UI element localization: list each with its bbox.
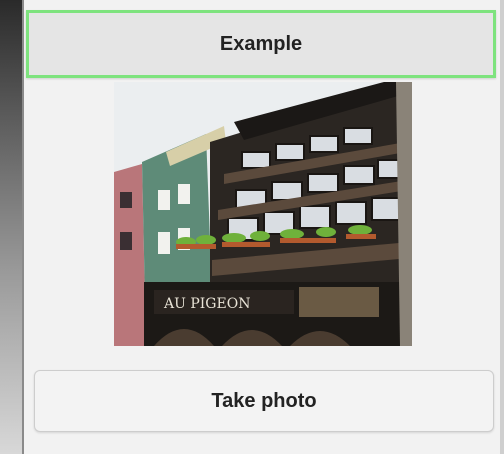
screen: Example AU PIGEON Take photo xyxy=(0,0,504,454)
au-pigeon-sign: AU PIGEON xyxy=(163,296,250,312)
take-photo-label: Take photo xyxy=(211,389,317,412)
app-view: Example AU PIGEON Take photo xyxy=(22,0,500,454)
building-photo-image: AU PIGEON xyxy=(114,82,412,346)
header-bar: Example xyxy=(26,10,496,78)
device-bezel xyxy=(0,0,22,454)
device-edge xyxy=(500,0,504,454)
take-photo-button[interactable]: Take photo xyxy=(34,370,494,432)
page-title: Example xyxy=(219,32,303,55)
captured-photo: AU PIGEON xyxy=(114,82,412,346)
